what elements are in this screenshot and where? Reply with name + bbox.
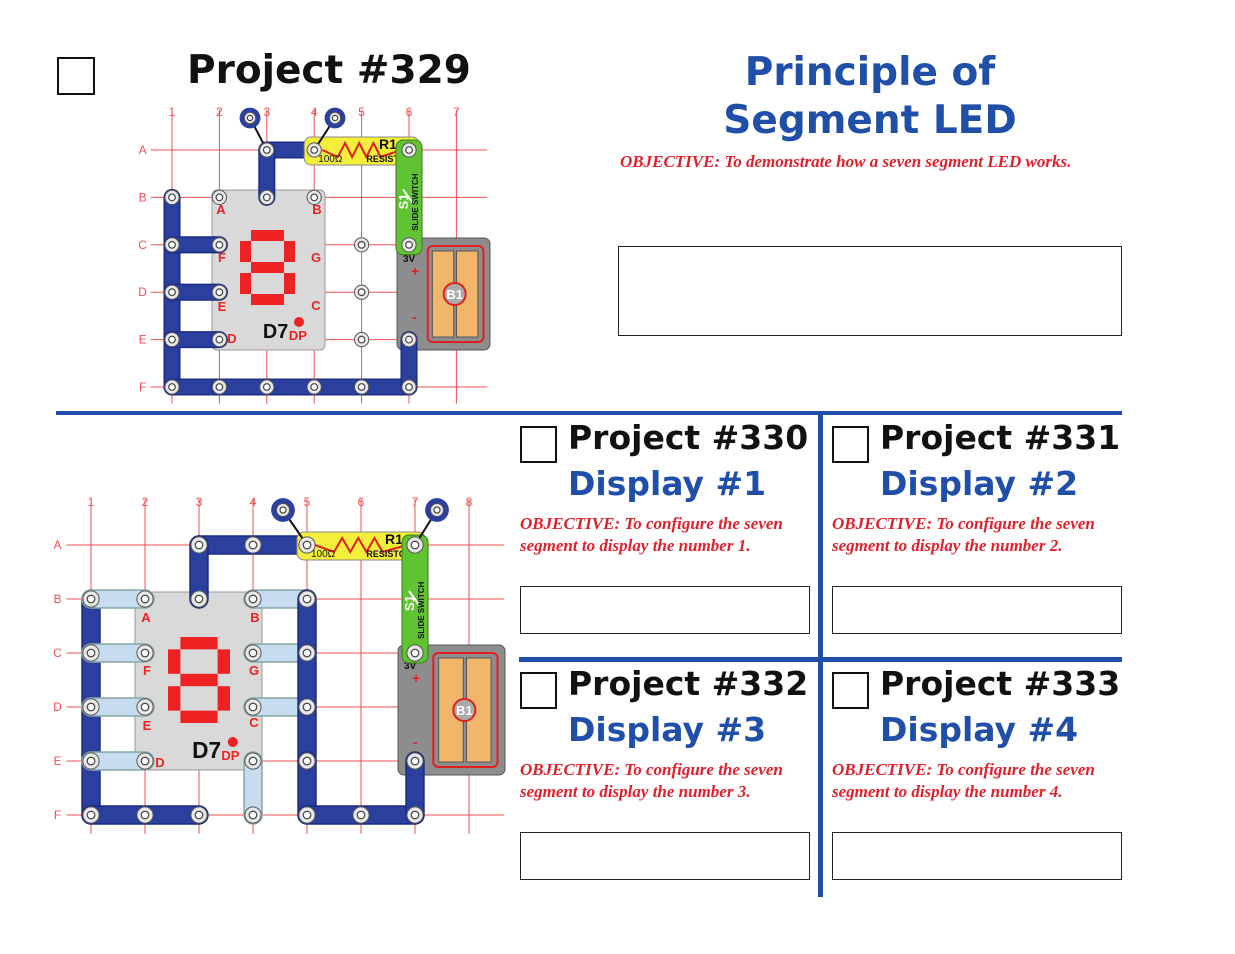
circuit-diagram-330-333: 1 2 3 4 5 6 7 8ABCDEFB13V+-D7 DPA BGCDEFR1100Ω RES… [53, 495, 506, 834]
segment-label: D [155, 755, 164, 770]
snap-center [410, 540, 420, 550]
snap-center [140, 810, 150, 820]
led-segment [168, 649, 181, 674]
resistor-id: R1 [385, 531, 403, 547]
segment-label: A [141, 610, 151, 625]
segment-label: F [143, 663, 151, 678]
battery-plus: + [412, 670, 420, 686]
snap-center [140, 648, 150, 658]
snap-center [410, 648, 420, 658]
switch-id: S1 [402, 595, 417, 611]
column-label: 5 [304, 495, 311, 509]
battery-label: B1 [456, 703, 473, 718]
snap-center [86, 594, 96, 604]
segment-label: G [249, 663, 259, 678]
column-label: 2 [142, 495, 149, 509]
led-segment [180, 710, 218, 723]
column-label: 3 [196, 495, 203, 509]
row-label: B [54, 592, 62, 606]
snap-center [302, 810, 312, 820]
column-label: 8 [466, 495, 473, 509]
column-label: 7 [412, 495, 419, 509]
snap-center [356, 810, 366, 820]
snap-center [302, 648, 312, 658]
switch-name: SLIDE SWITCH [417, 581, 426, 639]
segment-label: B [250, 610, 259, 625]
battery-minus: - [413, 734, 418, 750]
snap-center [248, 648, 258, 658]
dp-label: DP [221, 748, 239, 763]
column-label: 4 [250, 495, 257, 509]
snap-center [86, 648, 96, 658]
snap-center [86, 810, 96, 820]
row-label: E [54, 754, 62, 768]
led-label: D7 [192, 737, 221, 763]
snap-center [140, 594, 150, 604]
segment-label: C [249, 715, 259, 730]
snap-center [248, 810, 258, 820]
row-label: D [53, 700, 62, 714]
led-segment [217, 649, 230, 674]
row-label: C [53, 646, 62, 660]
snap-center [194, 594, 204, 604]
led-segment [180, 673, 218, 687]
led-segment [217, 686, 230, 711]
snap-center [140, 756, 150, 766]
decimal-point [227, 737, 238, 747]
column-label: 6 [358, 495, 365, 509]
snap-center [248, 702, 258, 712]
snap-center [86, 756, 96, 766]
snap-center [140, 702, 150, 712]
row-label: F [54, 808, 61, 822]
snap-center [433, 506, 441, 514]
led-segment [180, 637, 218, 650]
led-segment [168, 686, 181, 711]
snap-center [194, 540, 204, 550]
snap-center [410, 810, 420, 820]
snap-center [86, 702, 96, 712]
snap-center [302, 540, 312, 550]
snap-center [194, 810, 204, 820]
column-label: 1 [88, 495, 95, 509]
snap-center [302, 702, 312, 712]
snap-center [302, 594, 312, 604]
resistor-value: 100Ω [311, 549, 336, 560]
snap-center [248, 594, 258, 604]
segment-label: E [143, 718, 152, 733]
snap-center [279, 506, 287, 514]
snap-center [302, 756, 312, 766]
row-label: A [54, 538, 62, 552]
snap-center [248, 540, 258, 550]
snap-center [410, 756, 420, 766]
snap-center [248, 756, 258, 766]
